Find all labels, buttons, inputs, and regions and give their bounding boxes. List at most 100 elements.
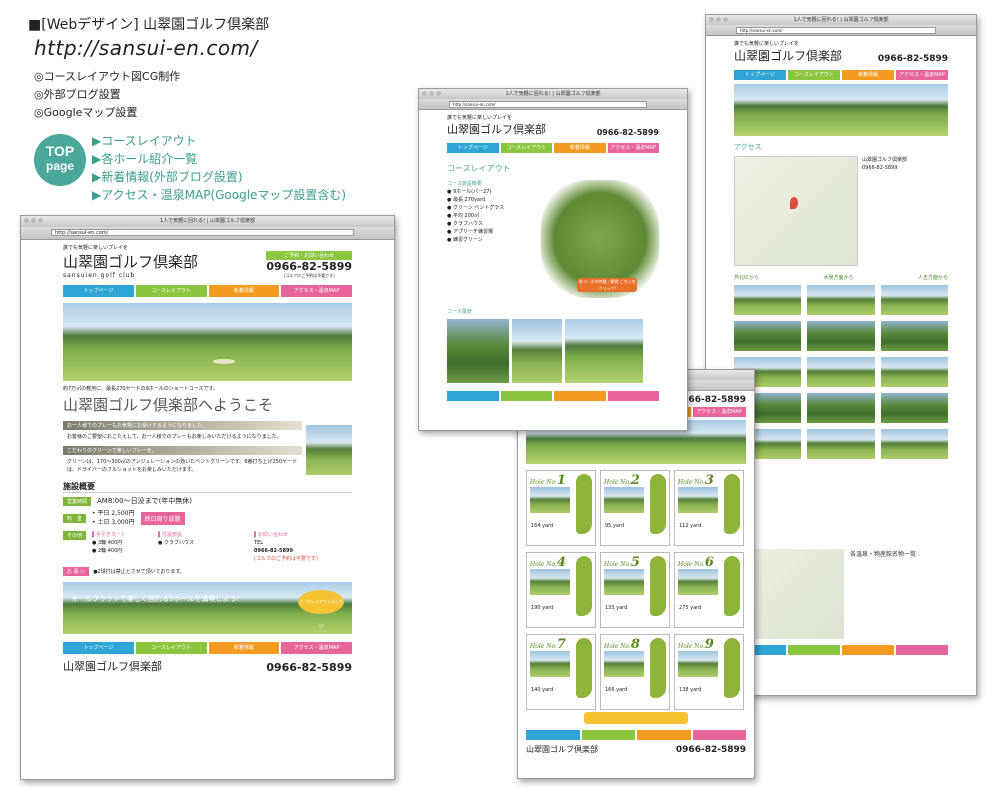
scenery-photos (447, 319, 659, 383)
footer-tel: 0966-82-5899 (675, 745, 746, 755)
contact-tel-label: TEL (254, 540, 264, 546)
badge-top: TOP (45, 143, 75, 159)
address-bar[interactable]: http://sansui-en.com/ (449, 101, 647, 108)
nav-news[interactable]: 新着情報 (842, 70, 894, 80)
hole-yard: 133 yard (605, 605, 628, 611)
hole-number: Hole No.8 (604, 637, 640, 652)
hole-number: Hole No.9 (678, 637, 714, 652)
cta-button[interactable] (584, 712, 688, 724)
course-banner[interactable]: オールフラットで楽しく回れる9ホールを満喫しよう! コースレイアウトはこちら! (63, 582, 352, 634)
course-data-title: コース施設概要 (447, 181, 482, 187)
fee-badge: 終日周り放題 (140, 511, 185, 525)
footer-nav-access[interactable]: アクセス・温泉MAP (281, 642, 352, 654)
hole-card[interactable]: Hole No.9 138 yard (674, 634, 744, 710)
hole-card[interactable]: Hole No.5 133 yard (600, 552, 670, 628)
site-logo[interactable]: 山翠園ゴルフ倶楽部 (63, 251, 198, 272)
tel-number: 0966-82-5899 (596, 128, 659, 137)
browser-window-course: 1人で気軽に回れる! | 山翠園ゴルフ倶楽部 http://sansui-en.… (418, 88, 688, 431)
course-heading: コースレイアウト (447, 164, 511, 173)
footer-nav-top[interactable]: トップページ (63, 642, 134, 654)
feature-2: ◎外部ブログ設置 (34, 88, 121, 101)
request-label: お 願 い (63, 567, 90, 576)
hours-value: AM8:00〜日没まで(年中無休) (97, 497, 193, 505)
point2-text: グリーンは、170〜300㎡のアンジュレーションの効いたベントグリーンです。6番… (67, 459, 298, 473)
hole-photo (530, 651, 570, 677)
hole-number: Hole No.1 (530, 473, 566, 488)
scenery-heading: コース風景 (447, 309, 472, 315)
hole-number: Hole No.7 (530, 637, 566, 652)
hole-photo (678, 569, 718, 595)
fee-label: 料 金 (63, 513, 87, 523)
cart-item: ● 2輪 400円 (92, 548, 123, 554)
site-logo-en: sansuien golf club (63, 272, 136, 279)
course-item: ● 最長 270yard (447, 197, 486, 203)
course-cta-button[interactable]: 各コースの特徴・解説 こちらをクリック! (577, 278, 638, 292)
address-bar[interactable]: http://sansui-en.com/ (51, 229, 354, 236)
address-bar[interactable]: http://sansui-en.com/ (736, 27, 936, 34)
hole-card[interactable]: Hole No.4 190 yard (526, 552, 596, 628)
hole-card[interactable]: Hole No.8 166 yard (600, 634, 670, 710)
hole-card[interactable]: Hole No.2 95 yard (600, 470, 670, 546)
cart-item: ● 3輪 400円 (92, 540, 123, 546)
nav-news[interactable]: 新着情報 (554, 143, 606, 153)
map-pin-icon (790, 197, 798, 209)
top-list-item-4: ▶アクセス・温泉MAP(Googleマップ設置含む) (92, 188, 347, 202)
nav-access[interactable]: アクセス・温泉MAP (692, 407, 746, 417)
tagline: 誰でも気軽に楽しいプレイを (63, 245, 129, 251)
hero-photo (734, 84, 948, 136)
hole-layout-icon (650, 556, 666, 616)
site-logo[interactable]: 山翠園ゴルフ倶楽部 (447, 121, 546, 137)
tagline: 誰でも気軽に楽しいプレイを (734, 41, 800, 47)
window-title: 1人で気軽に回れる! | 山翠園ゴルフ倶楽部 (505, 91, 601, 97)
footer-nav-news[interactable]: 新着情報 (208, 642, 280, 654)
hole-layout-icon (576, 556, 592, 616)
route-c-title: 人吉方面から (917, 275, 948, 281)
route-b-title: 水俣方面から (823, 275, 854, 281)
hole-yard: 112 yard (679, 523, 702, 529)
hole-layout-icon (650, 474, 666, 534)
nav-top[interactable]: トップページ (734, 70, 786, 80)
hours-label: 営業時間 (63, 496, 92, 506)
nav-top[interactable]: トップページ (63, 285, 134, 297)
hole-card[interactable]: Hole No.6 275 yard (674, 552, 744, 628)
contact-title: ▌お問い合わせ (254, 532, 288, 538)
green-photo (306, 425, 352, 475)
site-logo[interactable]: 山翠園ゴルフ倶楽部 (734, 47, 842, 64)
attached-title: ▌付設施設 (158, 532, 182, 538)
fee-weekday: • 平日 2,500円 (92, 510, 135, 517)
hole-yard: 166 yard (605, 687, 628, 693)
nav-access[interactable]: アクセス・温泉MAP (607, 143, 659, 153)
hole-layout-icon (724, 474, 740, 534)
hole-card[interactable]: Hole No.1 164 yard (526, 470, 596, 546)
nav-access[interactable]: アクセス・温泉MAP (896, 70, 948, 80)
point1-bar: お一人様でのプレーもお気軽にお受けするようになりました。 (63, 421, 302, 430)
hole-photo (678, 651, 718, 677)
hole-photo (604, 651, 644, 677)
hole-layout-icon (650, 638, 666, 698)
footer-nav-course[interactable]: コースレイアウト (135, 642, 207, 654)
course-layout-map[interactable]: 各コースの特徴・解説 こちらをクリック! (541, 180, 659, 298)
top-page-badge: TOP page (34, 134, 86, 186)
feature-3: ◎Googleマップ設置 (34, 106, 138, 119)
nav-access[interactable]: アクセス・温泉MAP (281, 285, 352, 297)
nav-news[interactable]: 新着情報 (208, 285, 280, 297)
banner-button[interactable]: コースレイアウトはこちら! (298, 590, 344, 628)
hole-card[interactable]: Hole No.3 112 yard (674, 470, 744, 546)
footer-logo[interactable]: 山翠園ゴルフ倶楽部 (526, 744, 598, 755)
intro-text: 約7万㎡の敷地に、最長270ヤードの9ホールのショートコースです。 (63, 386, 219, 392)
badge-page: page (45, 159, 74, 173)
nav-course[interactable]: コースレイアウト (135, 285, 207, 297)
nav-top[interactable]: トップページ (447, 143, 499, 153)
cart-title: ▌手引きカート (92, 532, 126, 538)
hole-number: Hole No.6 (678, 555, 714, 570)
banner-text: オールフラットで楽しく回れる9ホールを満喫しよう! (71, 595, 240, 603)
nav-course[interactable]: コースレイアウト (500, 143, 552, 153)
footer-logo[interactable]: 山翠園ゴルフ倶楽部 (63, 658, 162, 674)
nav-course[interactable]: コースレイアウト (788, 70, 840, 80)
google-map[interactable] (734, 156, 858, 266)
attached-item: ● クラブハウス (158, 540, 194, 546)
tel-note: (ゴルフのご予約は不要です) (283, 273, 335, 278)
header-title: ■[Webデザイン] 山翠園ゴルフ倶楽部 (28, 17, 270, 33)
hole-card[interactable]: Hole No.7 140 yard (526, 634, 596, 710)
course-item: ● 9ホール(パー27) (447, 189, 492, 195)
